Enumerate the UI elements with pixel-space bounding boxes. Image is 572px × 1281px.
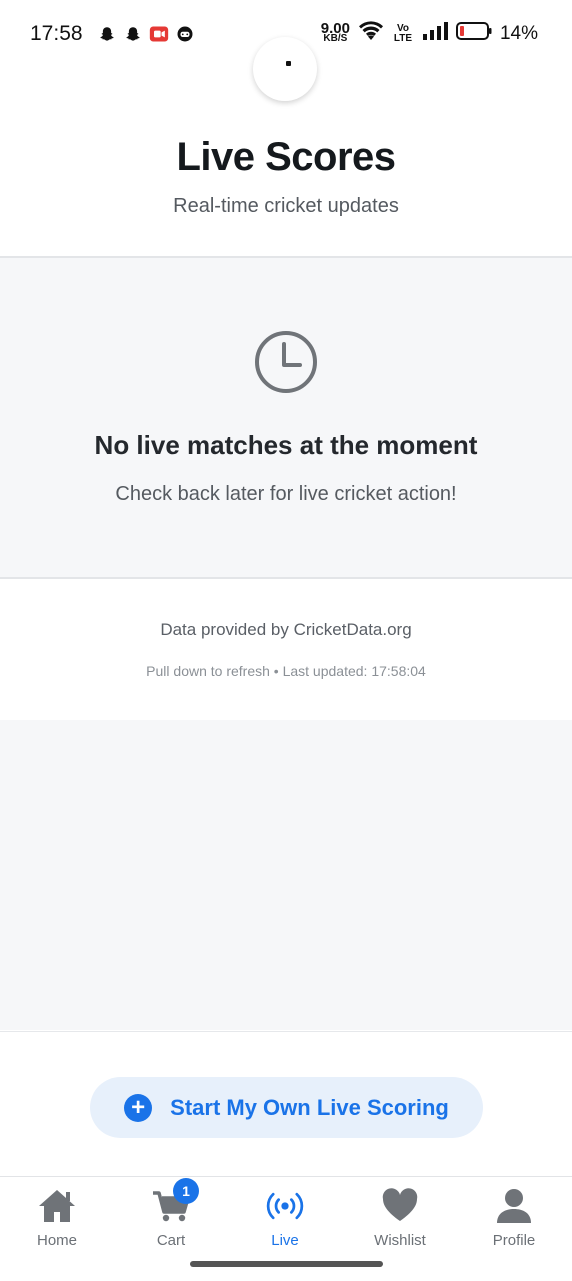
info-panel <box>0 580 572 720</box>
nav-live[interactable]: Live <box>230 1186 340 1250</box>
nav-profile[interactable]: Profile <box>459 1186 569 1250</box>
battery-icon <box>455 21 492 46</box>
content-area <box>0 720 572 1030</box>
logo-mark <box>285 60 291 66</box>
live-broadcast-icon <box>265 1186 305 1226</box>
empty-state-panel <box>0 258 572 578</box>
signal-icon <box>422 21 448 46</box>
screen-recorder-icon <box>149 24 169 44</box>
data-provider-text: Data provided by CricketData.org <box>160 620 412 639</box>
clock-icon <box>255 331 317 393</box>
status-time: 17:58 <box>30 22 83 45</box>
plus-icon: + <box>124 1093 153 1122</box>
battery-percent: 14% <box>499 22 538 44</box>
page-title: Live Scores <box>176 135 396 179</box>
nav-live-label: Live <box>271 1232 299 1249</box>
divider <box>0 577 572 579</box>
network-speed: 9.00 KB/S <box>320 19 350 44</box>
snapchat-icon <box>97 24 117 44</box>
wifi-icon <box>358 20 384 47</box>
home-indicator[interactable] <box>190 1261 383 1267</box>
game-controller-icon <box>175 24 195 44</box>
system-indicators: 9.00 KB/S Vo LTE 14% <box>321 20 538 47</box>
notification-icons <box>97 24 195 44</box>
nav-home[interactable]: Home <box>2 1186 112 1250</box>
volte-indicator: Vo LTE <box>393 22 413 44</box>
app-logo <box>253 37 317 101</box>
heart-icon <box>380 1186 420 1226</box>
nav-cart[interactable]: 1 Cart <box>116 1178 226 1250</box>
empty-state-text: Check back later for live cricket action… <box>115 483 457 505</box>
nav-wishlist[interactable]: Wishlist <box>345 1186 455 1250</box>
cart-icon: 1 <box>151 1178 199 1226</box>
start-live-scoring-label: Start My Own Live Scoring <box>170 1094 449 1120</box>
snapchat-icon <box>123 24 143 44</box>
start-live-scoring-button[interactable]: + Start My Own Live Scoring <box>90 1077 483 1138</box>
home-icon <box>37 1186 77 1226</box>
nav-cart-label: Cart <box>156 1232 186 1249</box>
page-subtitle: Real-time cricket updates <box>173 195 399 217</box>
nav-home-label: Home <box>36 1232 77 1249</box>
empty-state-title: No live matches at the moment <box>94 430 478 460</box>
refresh-status-text: Pull down to refresh • Last updated: 17:… <box>146 663 426 679</box>
nav-profile-label: Profile <box>492 1232 536 1249</box>
person-icon <box>494 1186 534 1226</box>
cart-count-badge: 1 <box>173 1178 199 1204</box>
nav-wishlist-label: Wishlist <box>374 1232 426 1249</box>
